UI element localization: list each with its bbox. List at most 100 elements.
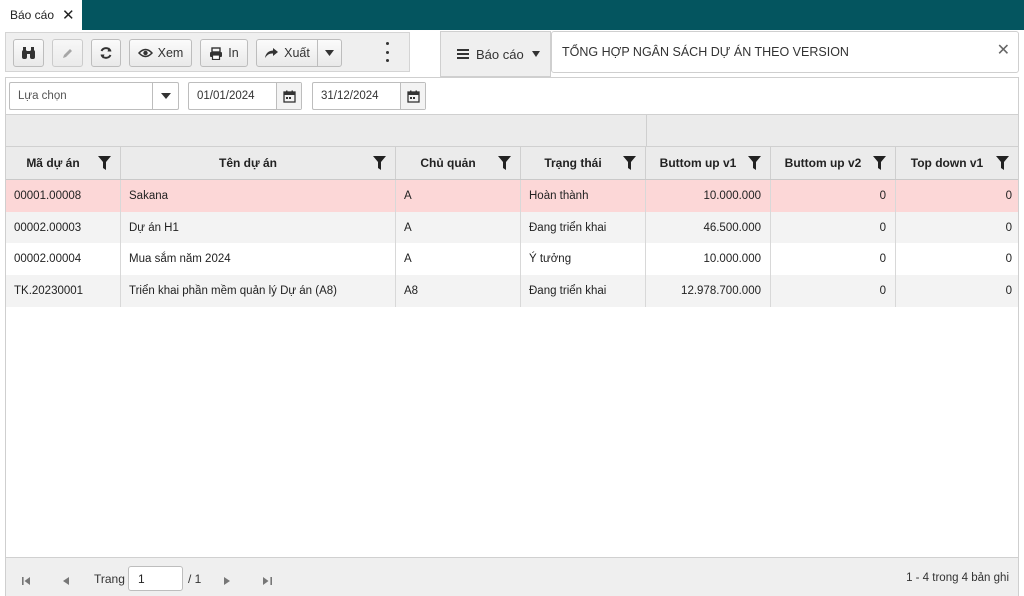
cell-top-down-v1: 0 (1005, 221, 1012, 234)
cell-buttom-up-v2: 0 (771, 275, 896, 308)
tab-bao-cao[interactable]: Báo cáo ✕ (0, 0, 82, 30)
close-icon[interactable]: ✕ (62, 8, 75, 23)
cell-trang-thai: Đang triển khai (521, 275, 646, 308)
filter-icon[interactable] (873, 156, 886, 173)
export-button[interactable]: Xuất (256, 39, 318, 67)
dropdown-arrow-icon[interactable] (152, 83, 178, 109)
tab-label: Báo cáo (10, 8, 55, 22)
export-button-label: Xuất (284, 46, 310, 60)
last-page-icon[interactable] (263, 574, 272, 588)
column-header-label: Top down v1 (910, 156, 984, 170)
cell-buttom-up-v1: 46.500.000 (646, 211, 771, 244)
search-button[interactable] (13, 39, 44, 67)
cell-ma-du-an: 00001.00008 (6, 180, 121, 212)
pager: Trang 1 / 1 1 - 4 trong 4 bản ghi (6, 557, 1018, 596)
cell-trang-thai: Đang triển khai (521, 211, 646, 244)
calendar-icon[interactable] (400, 83, 425, 109)
report-title-text: TỔNG HỢP NGÂN SÁCH DỰ ÁN THEO VERSION (562, 45, 849, 59)
view-button[interactable]: Xem (129, 39, 192, 67)
printer-icon (209, 46, 223, 60)
table-row[interactable]: 00001.00008 Sakana A Hoàn thành 10.000.000 0 0 (6, 180, 1018, 212)
column-header-label: Trạng thái (544, 156, 602, 170)
filter-icon[interactable] (996, 156, 1009, 173)
filter-icon[interactable] (748, 156, 761, 173)
filter-icon[interactable] (498, 156, 511, 173)
prev-page-icon[interactable] (63, 574, 69, 588)
column-header-buttom-up-v2[interactable]: Buttom up v2 (771, 147, 896, 179)
view-button-label: Xem (157, 46, 184, 60)
eye-icon (137, 48, 153, 58)
edit-button[interactable] (52, 39, 83, 67)
cell-top-down-v1: 0 (1005, 285, 1012, 298)
table-row[interactable]: 00002.00004 Mua sắm năm 2024 A Ý tưởng 10.00… (6, 243, 1018, 276)
more-menu-icon[interactable] (384, 42, 390, 62)
cell-top-down-v1: 0 (1005, 190, 1012, 202)
column-header-row: Mã dự án Tên dự án Chủ quản Trạng thái Butto… (6, 147, 1018, 180)
column-header-buttom-up-v1[interactable]: Buttom up v1 (646, 147, 771, 179)
pencil-icon (61, 47, 74, 60)
share-arrow-icon (264, 47, 279, 59)
export-dropdown-button[interactable] (317, 39, 342, 67)
first-page-icon[interactable] (22, 574, 31, 588)
top-tab-bar: Báo cáo ✕ (0, 0, 1024, 30)
cell-ten-du-an: Sakana (121, 180, 396, 212)
column-header-ten-du-an[interactable]: Tên dự án (121, 147, 396, 179)
column-header-label: Buttom up v1 (659, 156, 737, 170)
column-header-label: Tên dự án (218, 156, 278, 170)
cell-top-down-v1: 0 (1005, 253, 1012, 266)
cell-trang-thai: Ý tưởng (521, 243, 646, 276)
filter-icon[interactable] (98, 156, 111, 173)
caret-down-icon (325, 50, 334, 56)
column-header-ma-du-an[interactable]: Mã dự án (6, 147, 121, 179)
cell-buttom-up-v2: 0 (771, 243, 896, 276)
filter-icon[interactable] (373, 156, 386, 173)
clear-icon[interactable]: ✕ (997, 43, 1010, 59)
date-to-field[interactable]: 31/12/2024 (312, 82, 426, 110)
caret-down-icon (531, 51, 540, 57)
record-count-info: 1 - 4 trong 4 bản ghi (906, 572, 1009, 584)
column-header-trang-thai[interactable]: Trạng thái (521, 147, 646, 179)
report-panel: Lựa chọn 01/01/2024 31/12/2024 Mã dự án T… (5, 77, 1019, 596)
table-row[interactable]: 00002.00003 Dự án H1 A Đang triển khai 46.50… (6, 211, 1018, 244)
cell-chu-quan: A (396, 243, 521, 276)
column-group-divider (646, 115, 647, 146)
print-button[interactable]: In (200, 39, 248, 67)
refresh-icon (99, 46, 113, 60)
report-menu-button[interactable]: Báo cáo (440, 31, 551, 77)
cell-chu-quan: A (396, 180, 521, 212)
cell-ma-du-an: TK.20230001 (6, 275, 121, 308)
cell-trang-thai: Hoàn thành (521, 180, 646, 212)
column-header-label: Buttom up v2 (784, 156, 862, 170)
page-label: Trang (94, 572, 125, 586)
date-to-value: 31/12/2024 (321, 90, 379, 102)
report-title-field[interactable]: TỔNG HỢP NGÂN SÁCH DỰ ÁN THEO VERSION ✕ (551, 31, 1019, 73)
cell-ma-du-an: 00002.00004 (6, 243, 121, 276)
column-header-top-down-v1[interactable]: Top down v1 (896, 147, 1018, 179)
page-number-input[interactable]: 1 (128, 566, 183, 591)
filter-icon[interactable] (623, 156, 636, 173)
print-button-label: In (228, 46, 239, 60)
next-page-icon[interactable] (224, 574, 230, 588)
column-header-label: Mã dự án (26, 156, 80, 170)
column-header-label: Chủ quản (420, 156, 476, 170)
toolbar: Xem In Xuất (5, 32, 410, 72)
cell-chu-quan: A (396, 211, 521, 244)
page-total: / 1 (188, 572, 202, 586)
date-from-field[interactable]: 01/01/2024 (188, 82, 302, 110)
cell-ma-du-an: 00002.00003 (6, 211, 121, 244)
report-menu-label: Báo cáo (476, 46, 524, 62)
column-group-header (6, 114, 1018, 147)
cell-ten-du-an: Triển khai phần mềm quản lý Dự án (A8) (121, 275, 396, 308)
calendar-icon[interactable] (276, 83, 301, 109)
cell-buttom-up-v1: 10.000.000 (646, 180, 771, 212)
cell-ten-du-an: Mua sắm năm 2024 (121, 243, 396, 276)
refresh-button[interactable] (91, 39, 121, 67)
hamburger-icon (457, 47, 469, 62)
column-header-chu-quan[interactable]: Chủ quản (396, 147, 521, 179)
option-select[interactable]: Lựa chọn (9, 82, 179, 110)
cell-chu-quan: A8 (396, 275, 521, 308)
cell-buttom-up-v2: 0 (771, 180, 896, 212)
date-from-value: 01/01/2024 (197, 90, 255, 102)
table-row[interactable]: TK.20230001 Triển khai phần mềm quản lý D… (6, 275, 1018, 308)
option-select-placeholder: Lựa chọn (18, 90, 67, 102)
